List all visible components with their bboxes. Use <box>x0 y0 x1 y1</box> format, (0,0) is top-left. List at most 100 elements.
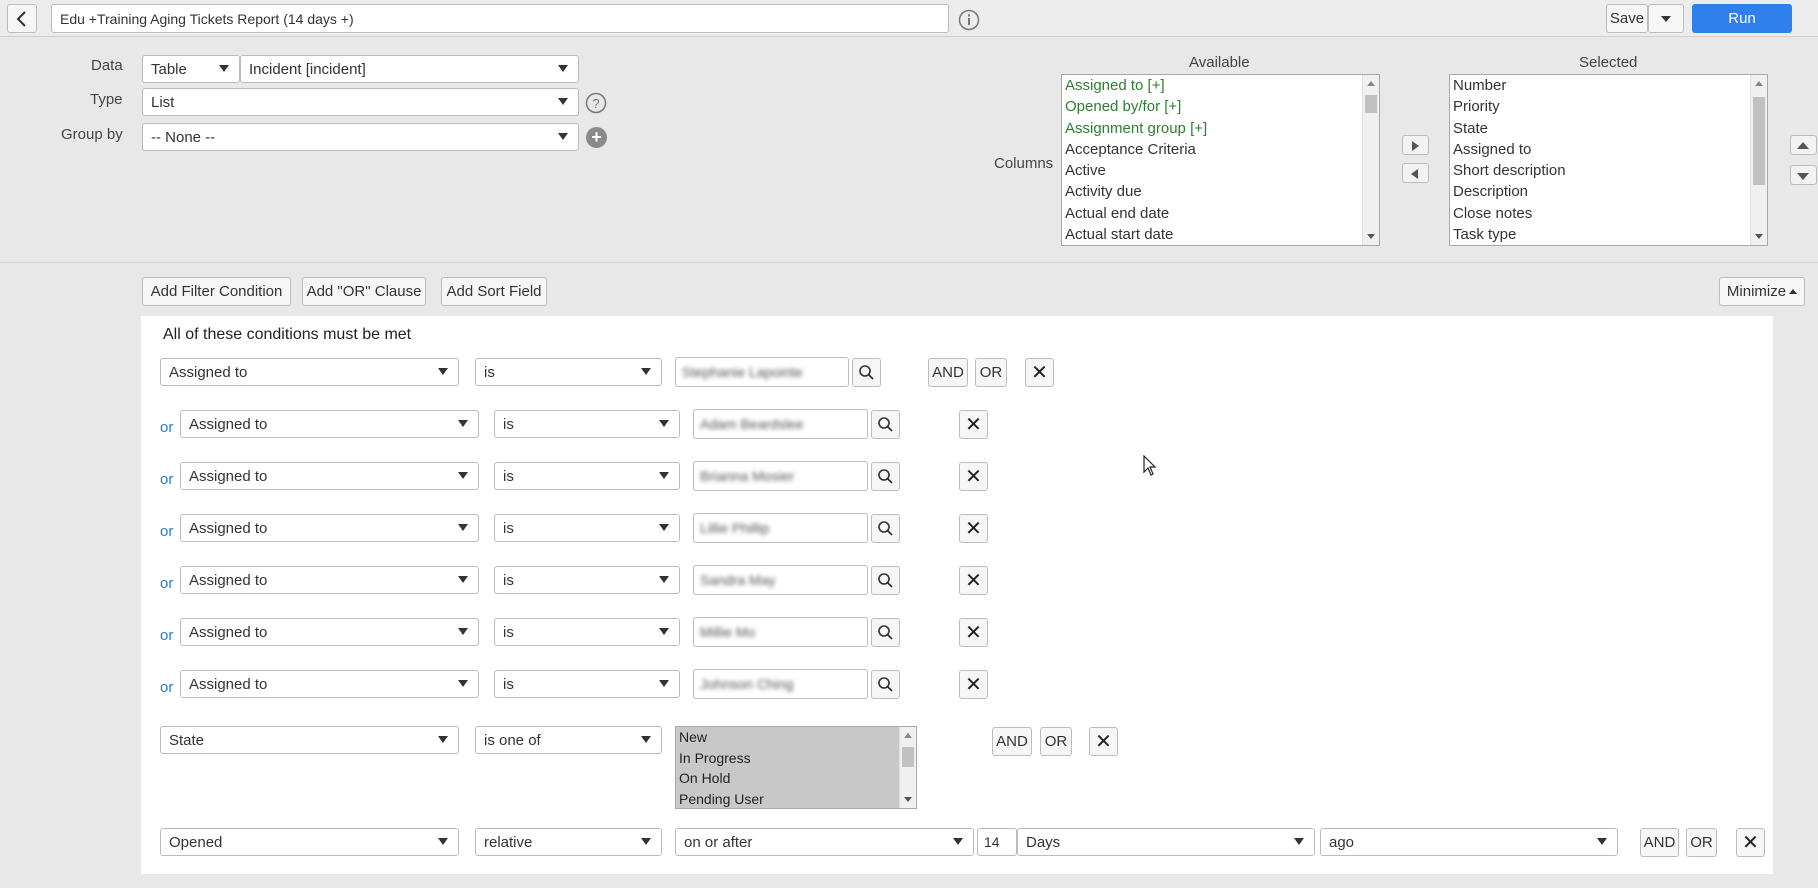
list-item[interactable]: Actual start date <box>1062 224 1379 245</box>
remove-condition-button[interactable]: ✕ <box>959 670 988 699</box>
list-item[interactable]: Assignment group [+] <box>1062 118 1379 139</box>
condition-field-select[interactable]: Assigned to <box>180 514 479 542</box>
list-item[interactable]: Priority <box>1450 96 1767 117</box>
condition-operator-select[interactable]: is <box>475 358 662 386</box>
list-item[interactable]: Short description <box>1450 160 1767 181</box>
report-title-input[interactable]: Edu +Training Aging Tickets Report (14 d… <box>51 4 949 33</box>
data-table-select[interactable]: Incident [incident] <box>240 55 579 83</box>
condition-field-select[interactable]: Assigned to <box>180 618 479 646</box>
move-up-button[interactable] <box>1790 135 1817 155</box>
info-icon[interactable] <box>958 9 980 31</box>
condition-value-input[interactable]: Adam Beardslee <box>693 409 868 439</box>
selected-columns-list[interactable]: Number Priority State Assigned to Short … <box>1449 74 1768 246</box>
list-item[interactable]: In Progress <box>676 748 916 769</box>
scrollbar[interactable] <box>1750 75 1767 245</box>
condition-value-input[interactable]: Sandra May <box>693 565 868 595</box>
relative-amount-input[interactable]: 14 <box>977 828 1017 856</box>
list-item[interactable]: Active <box>1062 160 1379 181</box>
condition-field-select[interactable]: State <box>160 726 459 754</box>
or-button[interactable]: OR <box>975 358 1007 387</box>
save-button[interactable]: Save <box>1606 4 1648 33</box>
list-item[interactable]: Close notes <box>1450 203 1767 224</box>
add-sort-field-button[interactable]: Add Sort Field <box>441 277 547 306</box>
condition-operator-select[interactable]: is <box>494 410 680 438</box>
list-item[interactable]: Actual end date <box>1062 203 1379 224</box>
condition-value-input[interactable]: Stephanie Lapointe <box>675 357 849 387</box>
condition-field-select[interactable]: Assigned to <box>160 358 459 386</box>
add-filter-condition-button[interactable]: Add Filter Condition <box>142 277 291 306</box>
condition-operator-value: is <box>503 623 514 641</box>
condition-value-input[interactable]: Lillie Phillip <box>693 513 868 543</box>
list-item[interactable]: Activity due <box>1062 181 1379 202</box>
list-item[interactable]: Number <box>1450 75 1767 96</box>
list-item[interactable]: Opened by/for [+] <box>1062 96 1379 117</box>
remove-condition-button[interactable]: ✕ <box>959 410 988 439</box>
relative-tense-select[interactable]: ago <box>1320 828 1618 856</box>
back-button[interactable] <box>7 4 37 33</box>
save-menu-button[interactable] <box>1648 4 1684 33</box>
scrollbar[interactable] <box>1362 75 1379 245</box>
condition-operator-select[interactable]: is one of <box>475 726 662 754</box>
relative-unit-select[interactable]: Days <box>1017 828 1315 856</box>
add-group-icon[interactable]: + <box>586 127 607 148</box>
relative-direction-select[interactable]: on or after <box>675 828 974 856</box>
remove-condition-button[interactable]: ✕ <box>959 566 988 595</box>
type-select[interactable]: List <box>142 88 579 116</box>
condition-operator-select[interactable]: is <box>494 670 680 698</box>
and-button[interactable]: AND <box>928 358 968 387</box>
remove-condition-button[interactable]: ✕ <box>959 462 988 491</box>
move-down-button[interactable] <box>1790 165 1817 185</box>
lookup-button[interactable] <box>871 618 900 647</box>
lookup-button[interactable] <box>871 566 900 595</box>
condition-field-select[interactable]: Opened <box>160 828 459 856</box>
condition-operator-select[interactable]: relative <box>475 828 662 856</box>
condition-operator-select[interactable]: is <box>494 566 680 594</box>
or-button[interactable]: OR <box>1040 727 1072 756</box>
and-button[interactable]: AND <box>1640 828 1679 857</box>
remove-condition-button[interactable]: ✕ <box>959 618 988 647</box>
lookup-button[interactable] <box>871 462 900 491</box>
and-button[interactable]: AND <box>992 727 1032 756</box>
state-multiselect[interactable]: New In Progress On Hold Pending User <box>675 726 917 809</box>
help-icon[interactable]: ? <box>585 92 607 114</box>
remove-condition-button[interactable]: ✕ <box>1736 828 1765 857</box>
condition-value-input[interactable]: Johnson Ching <box>693 669 868 699</box>
remove-condition-button[interactable]: ✕ <box>1025 358 1054 387</box>
list-item[interactable]: Acceptance Criteria <box>1062 139 1379 160</box>
list-item[interactable]: State <box>1450 118 1767 139</box>
list-item[interactable]: Assigned to [+] <box>1062 75 1379 96</box>
data-source-select[interactable]: Table <box>142 55 240 83</box>
list-item[interactable]: Task type <box>1450 224 1767 245</box>
move-right-button[interactable] <box>1402 135 1429 155</box>
lookup-button[interactable] <box>871 514 900 543</box>
condition-operator-select[interactable]: is <box>494 462 680 490</box>
lookup-button[interactable] <box>852 358 881 387</box>
minimize-button[interactable]: Minimize <box>1719 277 1805 306</box>
remove-condition-button[interactable]: ✕ <box>959 514 988 543</box>
available-columns-list[interactable]: Assigned to [+] Opened by/for [+] Assign… <box>1061 74 1380 246</box>
condition-field-value: Assigned to <box>189 467 268 485</box>
or-button[interactable]: OR <box>1686 828 1717 857</box>
condition-field-select[interactable]: Assigned to <box>180 566 479 594</box>
move-left-button[interactable] <box>1402 163 1429 183</box>
group-by-select[interactable]: -- None -- <box>142 123 579 151</box>
list-item[interactable]: Pending User <box>676 789 916 809</box>
lookup-button[interactable] <box>871 670 900 699</box>
condition-value-text: Millie Mo <box>700 624 756 640</box>
list-item[interactable]: Description <box>1450 181 1767 202</box>
remove-condition-button[interactable]: ✕ <box>1089 727 1118 756</box>
list-item[interactable]: On Hold <box>676 768 916 789</box>
run-button[interactable]: Run <box>1692 4 1792 33</box>
scrollbar[interactable] <box>899 727 916 808</box>
list-item[interactable]: New <box>676 727 916 748</box>
condition-value-input[interactable]: Brianna Mosier <box>693 461 868 491</box>
condition-value-input[interactable]: Millie Mo <box>693 617 868 647</box>
condition-field-select[interactable]: Assigned to <box>180 410 479 438</box>
condition-operator-select[interactable]: is <box>494 514 680 542</box>
condition-operator-select[interactable]: is <box>494 618 680 646</box>
condition-field-select[interactable]: Assigned to <box>180 670 479 698</box>
lookup-button[interactable] <box>871 410 900 439</box>
list-item[interactable]: Assigned to <box>1450 139 1767 160</box>
add-or-clause-button[interactable]: Add "OR" Clause <box>302 277 426 306</box>
condition-field-select[interactable]: Assigned to <box>180 462 479 490</box>
